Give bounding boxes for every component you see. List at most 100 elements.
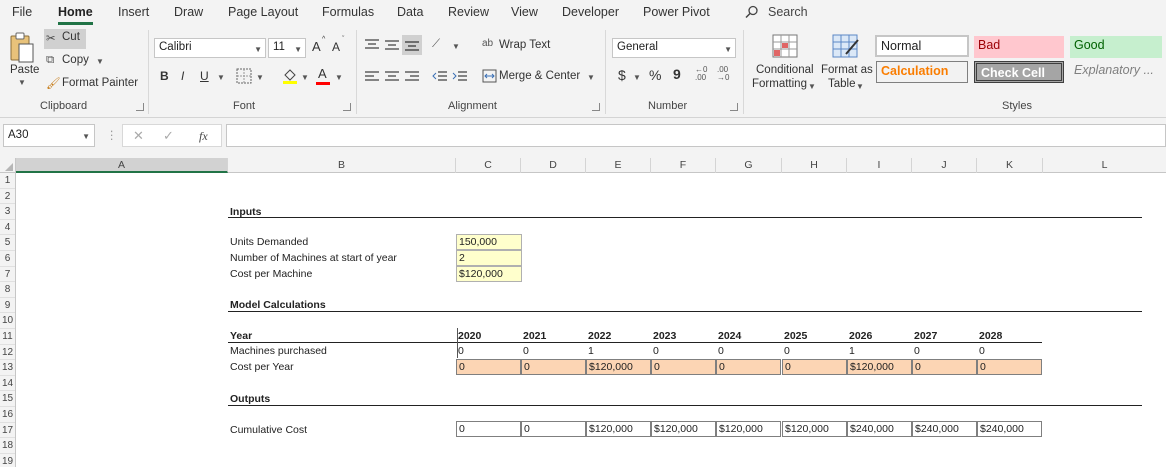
font-color-button[interactable]: A [318, 66, 327, 81]
row-header[interactable]: 1 [0, 173, 15, 189]
tab-draw[interactable]: Draw [174, 5, 203, 19]
bold-button[interactable]: B [160, 69, 169, 83]
column-header-d[interactable]: D [521, 158, 586, 173]
column-header-a[interactable]: A [16, 158, 228, 173]
tab-formulas[interactable]: Formulas [322, 5, 374, 19]
row-header[interactable]: 9 [0, 298, 15, 314]
format-as-table-icon[interactable] [832, 34, 860, 58]
column-header-k[interactable]: K [977, 158, 1043, 173]
fill-color-dropdown-icon[interactable]: ▼ [301, 73, 309, 82]
machines-purchased-cell[interactable]: 1 [586, 344, 651, 358]
cost-per-year-cell[interactable]: 0 [456, 359, 521, 375]
cumulative-cost-cell[interactable]: $240,000 [912, 421, 977, 437]
search-icon[interactable] [745, 5, 759, 19]
column-header-l[interactable]: L [1043, 158, 1166, 173]
align-right-icon[interactable] [404, 70, 420, 84]
insert-function-button[interactable]: fx [199, 129, 208, 144]
column-header-b[interactable]: B [228, 158, 456, 173]
number-format-select[interactable]: General ▼ [612, 38, 736, 58]
currency-dropdown-icon[interactable]: ▼ [633, 73, 641, 82]
align-center-icon[interactable] [384, 70, 400, 84]
machines-purchased-cell[interactable]: 1 [847, 344, 912, 358]
column-header-h[interactable]: H [782, 158, 847, 173]
fill-color-icon[interactable] [282, 67, 298, 85]
merge-dropdown-icon[interactable]: ▼ [587, 73, 595, 82]
tab-page-layout[interactable]: Page Layout [228, 5, 298, 19]
row-header[interactable]: 16 [0, 407, 15, 423]
year-cell[interactable]: 2023 [651, 329, 716, 343]
cost-per-machine-input[interactable]: $120,000 [456, 266, 522, 282]
row-header[interactable]: 6 [0, 251, 15, 267]
conditional-formatting-dropdown-icon[interactable]: ▼ [808, 82, 816, 91]
year-cell[interactable]: 2027 [912, 329, 977, 343]
year-cell[interactable]: 2021 [521, 329, 586, 343]
format-painter-button[interactable]: Format Painter [62, 77, 138, 89]
row-header[interactable]: 3 [0, 204, 15, 220]
row-header[interactable]: 12 [0, 345, 15, 361]
format-as-table-dropdown-icon[interactable]: ▼ [856, 82, 864, 91]
paste-dropdown-icon[interactable]: ▼ [18, 78, 26, 87]
year-cell[interactable]: 2026 [847, 329, 912, 343]
tab-developer[interactable]: Developer [562, 5, 619, 19]
shrink-font-button[interactable]: A [332, 40, 340, 54]
column-header-e[interactable]: E [586, 158, 651, 173]
column-header-f[interactable]: F [651, 158, 716, 173]
select-all-button[interactable] [0, 158, 16, 173]
cost-per-year-cell[interactable]: 0 [521, 359, 586, 375]
cost-per-year-cell[interactable]: 0 [651, 359, 716, 375]
cut-button[interactable]: ✂ Cut [44, 29, 86, 49]
style-explanatory[interactable]: Explanatory ... [1070, 61, 1164, 83]
row-header[interactable]: 18 [0, 438, 15, 454]
format-as-table-label-1[interactable]: Format as [821, 64, 873, 76]
style-normal[interactable]: Normal [875, 35, 969, 57]
row-header[interactable]: 5 [0, 235, 15, 251]
tab-power-pivot[interactable]: Power Pivot [643, 5, 710, 19]
cumulative-cost-cell[interactable]: 0 [521, 421, 586, 437]
cost-per-year-cell[interactable]: 0 [782, 359, 847, 375]
wrap-text-icon[interactable]: ab [482, 38, 493, 49]
copy-button[interactable]: Copy [62, 54, 89, 66]
year-cell[interactable]: 2025 [782, 329, 847, 343]
machines-purchased-cell[interactable]: 0 [977, 344, 1042, 358]
align-top-icon[interactable] [364, 38, 380, 52]
increase-indent-icon[interactable] [452, 70, 468, 84]
year-cell[interactable]: 2028 [977, 329, 1042, 343]
orientation-dropdown-icon[interactable]: ▼ [452, 42, 460, 51]
confirm-icon[interactable]: ✓ [163, 128, 174, 144]
borders-icon[interactable] [236, 68, 252, 84]
increase-decimal-icon[interactable]: ←0.00 [695, 66, 707, 82]
formula-input[interactable] [226, 124, 1166, 147]
row-header[interactable]: 14 [0, 376, 15, 392]
row-header[interactable]: 4 [0, 220, 15, 236]
cumulative-cost-cell[interactable]: $240,000 [847, 421, 912, 437]
tab-file[interactable]: File [12, 5, 32, 19]
decrease-indent-icon[interactable] [432, 70, 448, 84]
cumulative-cost-cell[interactable]: $240,000 [977, 421, 1042, 437]
cost-per-year-cell[interactable]: $120,000 [586, 359, 651, 375]
clipboard-launcher-icon[interactable] [136, 103, 144, 111]
underline-dropdown-icon[interactable]: ▼ [217, 73, 225, 82]
style-check-cell[interactable]: Check Cell [974, 61, 1064, 83]
italic-button[interactable]: I [181, 69, 184, 83]
cumulative-cost-cell[interactable]: $120,000 [782, 421, 847, 437]
search-box[interactable]: Search [768, 5, 808, 19]
column-header-g[interactable]: G [716, 158, 782, 173]
cost-per-year-cell[interactable]: $120,000 [847, 359, 912, 375]
row-header[interactable]: 2 [0, 189, 15, 205]
font-family-select[interactable]: Calibri ▼ [154, 38, 266, 58]
currency-button[interactable]: $ [618, 67, 626, 83]
column-header-j[interactable]: J [912, 158, 977, 173]
cumulative-cost-cell[interactable]: $120,000 [651, 421, 716, 437]
row-header[interactable]: 8 [0, 282, 15, 298]
machines-start-input[interactable]: 2 [456, 250, 522, 266]
tab-home[interactable]: Home [58, 5, 93, 25]
font-size-select[interactable]: 11 ▼ [268, 38, 306, 58]
machines-purchased-cell[interactable]: 0 [716, 344, 781, 358]
conditional-formatting-label-1[interactable]: Conditional [756, 64, 814, 76]
row-header[interactable]: 7 [0, 267, 15, 283]
column-header-i[interactable]: I [847, 158, 912, 173]
tab-data[interactable]: Data [397, 5, 423, 19]
cost-per-year-cell[interactable]: 0 [977, 359, 1042, 375]
conditional-formatting-label-2[interactable]: Formatting [752, 78, 807, 90]
orientation-icon[interactable]: ⟋ [432, 38, 440, 51]
